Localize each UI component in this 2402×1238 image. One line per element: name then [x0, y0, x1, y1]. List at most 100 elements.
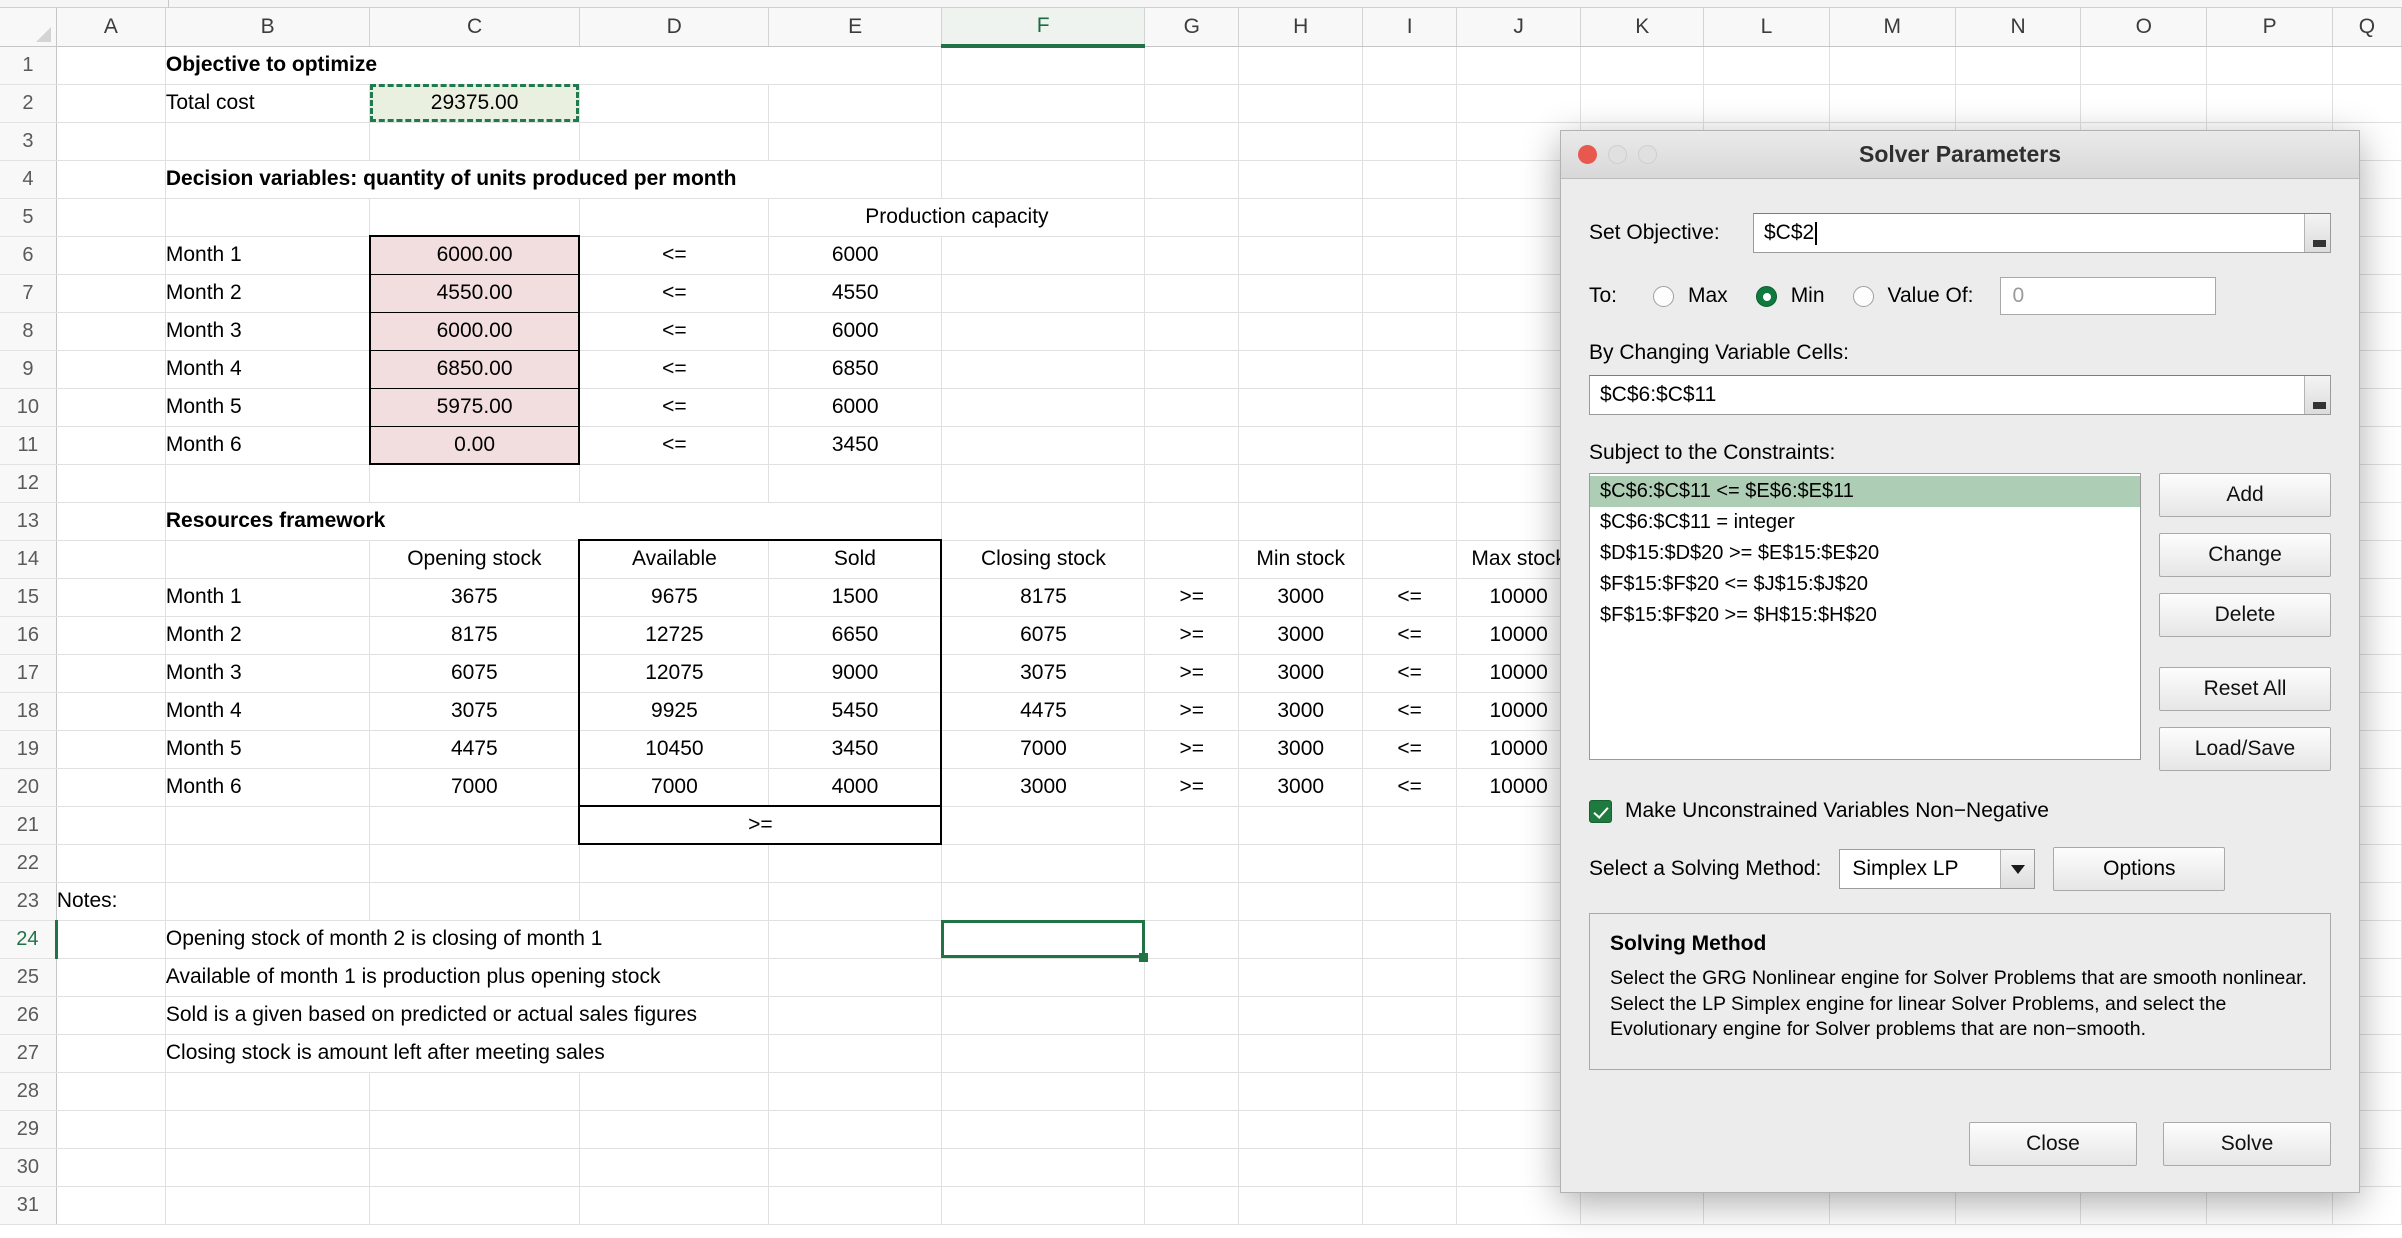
cell-f17[interactable]: 3075 [941, 654, 1146, 693]
column-header-k[interactable]: K [1580, 8, 1705, 47]
cell-g20[interactable]: >= [1144, 768, 1240, 807]
empty-cell-f21[interactable] [941, 806, 1146, 845]
column-header-m[interactable]: M [1829, 8, 1956, 47]
empty-cell-f22[interactable] [941, 844, 1146, 883]
chevron-down-icon[interactable] [2000, 850, 2035, 888]
empty-cell-f12[interactable] [941, 464, 1146, 503]
cell-d14[interactable]: Available [578, 539, 770, 579]
empty-cell-f29[interactable] [941, 1110, 1146, 1149]
cell-h18[interactable]: 3000 [1238, 692, 1364, 731]
cell-b24[interactable]: Opening stock of month 2 is closing of m… [165, 920, 770, 959]
empty-cell-a6[interactable] [56, 236, 166, 275]
row-header-3[interactable]: 3 [0, 122, 57, 161]
empty-cell-e2[interactable] [768, 84, 942, 123]
empty-cell-c29[interactable] [369, 1110, 580, 1149]
column-header-o[interactable]: O [2080, 8, 2208, 47]
row-header-7[interactable]: 7 [0, 274, 57, 313]
column-header-j[interactable]: J [1456, 8, 1582, 47]
cell-b27[interactable]: Closing stock is amount left after meeti… [165, 1034, 770, 1073]
empty-cell-e27[interactable] [768, 1034, 942, 1073]
empty-cell-g2[interactable] [1144, 84, 1240, 123]
empty-cell-f7[interactable] [941, 274, 1146, 313]
empty-cell-a13[interactable] [56, 502, 166, 541]
empty-cell-g23[interactable] [1144, 882, 1240, 921]
cell-c17[interactable]: 6075 [369, 654, 580, 693]
empty-cell-h27[interactable] [1238, 1034, 1364, 1073]
empty-cell-h10[interactable] [1238, 388, 1364, 427]
cell-i16[interactable]: <= [1362, 616, 1457, 655]
row-header-31[interactable]: 31 [0, 1186, 57, 1225]
cell-e17[interactable]: 9000 [768, 654, 943, 693]
cell-b8[interactable]: Month 3 [165, 312, 371, 351]
row-header-5[interactable]: 5 [0, 198, 57, 237]
row-header-25[interactable]: 25 [0, 958, 57, 997]
empty-cell-a11[interactable] [56, 426, 166, 465]
cell-f18[interactable]: 4475 [941, 692, 1146, 731]
cell-e18[interactable]: 5450 [768, 692, 943, 731]
cell-b17[interactable]: Month 3 [165, 654, 371, 693]
empty-cell-j1[interactable] [1456, 46, 1582, 85]
empty-cell-o2[interactable] [2080, 84, 2208, 123]
row-header-23[interactable]: 23 [0, 882, 57, 921]
select-all-corner[interactable] [0, 8, 57, 47]
add-constraint-button[interactable]: Add [2159, 473, 2331, 517]
empty-cell-b5[interactable] [165, 198, 371, 237]
cell-e7[interactable]: 4550 [768, 274, 942, 313]
empty-cell-d23[interactable] [579, 882, 770, 921]
empty-cell-g26[interactable] [1144, 996, 1240, 1035]
nonnegative-checkbox-row[interactable]: Make Unconstrained Variables Non−Negativ… [1589, 799, 2331, 823]
cell-b26[interactable]: Sold is a given based on predicted or ac… [165, 996, 770, 1035]
empty-cell-g27[interactable] [1144, 1034, 1240, 1073]
empty-cell-d3[interactable] [579, 122, 770, 161]
cell-b16[interactable]: Month 2 [165, 616, 371, 655]
cell-c11[interactable]: 0.00 [368, 426, 581, 465]
cell-i19[interactable]: <= [1362, 730, 1457, 769]
empty-cell-q2[interactable] [2332, 84, 2402, 123]
empty-cell-c22[interactable] [369, 844, 580, 883]
empty-cell-h4[interactable] [1238, 160, 1364, 199]
empty-cell-f13[interactable] [941, 502, 1146, 541]
empty-cell-h1[interactable] [1238, 46, 1364, 85]
empty-cell-d30[interactable] [579, 1148, 770, 1187]
empty-cell-g28[interactable] [1144, 1072, 1240, 1111]
empty-cell-a24[interactable] [56, 920, 166, 959]
column-header-i[interactable]: I [1362, 8, 1457, 47]
row-header-12[interactable]: 12 [0, 464, 57, 503]
cell-i17[interactable]: <= [1362, 654, 1457, 693]
cell-d9[interactable]: <= [579, 350, 770, 389]
row-header-14[interactable]: 14 [0, 540, 57, 579]
empty-cell-h3[interactable] [1238, 122, 1364, 161]
maximize-window-icon[interactable] [1638, 145, 1657, 164]
cell-d8[interactable]: <= [579, 312, 770, 351]
row-header-27[interactable]: 27 [0, 1034, 57, 1073]
load-save-button[interactable]: Load/Save [2159, 727, 2331, 771]
empty-cell-h24[interactable] [1238, 920, 1364, 959]
cell-a23[interactable]: Notes: [56, 882, 166, 921]
empty-cell-a14[interactable] [56, 540, 166, 579]
column-header-d[interactable]: D [579, 8, 770, 47]
empty-cell-g29[interactable] [1144, 1110, 1240, 1149]
row-header-1[interactable]: 1 [0, 46, 57, 85]
cell-i15[interactable]: <= [1362, 578, 1457, 617]
empty-cell-d5[interactable] [579, 198, 770, 237]
empty-cell-e23[interactable] [768, 882, 942, 921]
cell-h17[interactable]: 3000 [1238, 654, 1364, 693]
empty-cell-e25[interactable] [768, 958, 942, 997]
cell-e10[interactable]: 6000 [768, 388, 942, 427]
row-header-28[interactable]: 28 [0, 1072, 57, 1111]
cell-b19[interactable]: Month 5 [165, 730, 371, 769]
constraint-item[interactable]: $C$6:$C$11 <= $E$6:$E$11 [1590, 476, 2140, 507]
empty-cell-a4[interactable] [56, 160, 166, 199]
column-header-e[interactable]: E [768, 8, 942, 47]
empty-cell-i7[interactable] [1362, 274, 1457, 313]
empty-cell-f23[interactable] [941, 882, 1146, 921]
empty-cell-i28[interactable] [1362, 1072, 1457, 1111]
cell-d10[interactable]: <= [579, 388, 770, 427]
empty-cell-i6[interactable] [1362, 236, 1457, 275]
cell-e6[interactable]: 6000 [768, 236, 942, 275]
empty-cell-i26[interactable] [1362, 996, 1457, 1035]
empty-cell-l2[interactable] [1703, 84, 1830, 123]
empty-cell-h7[interactable] [1238, 274, 1364, 313]
options-button[interactable]: Options [2053, 847, 2226, 891]
solving-method-select[interactable]: Simplex LP [1839, 849, 2036, 889]
